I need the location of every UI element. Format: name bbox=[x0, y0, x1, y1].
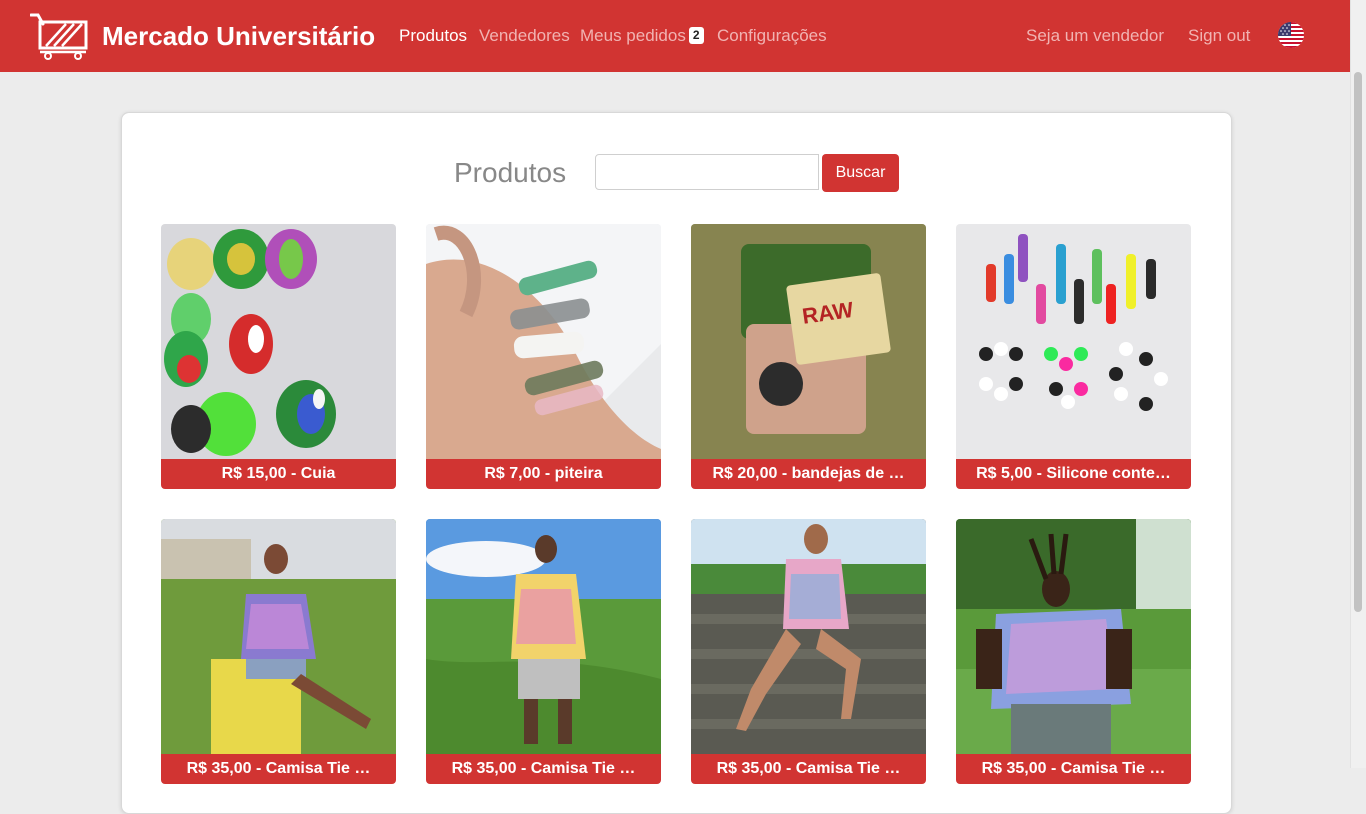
products-panel: Produtos Buscar R$ 15,00 - Cuia R$ 7,00 … bbox=[121, 112, 1232, 814]
nav-vendedores[interactable]: Vendedores bbox=[479, 25, 570, 47]
shopping-cart-icon[interactable] bbox=[30, 12, 88, 60]
product-label: R$ 35,00 - Camisa Tie … bbox=[956, 754, 1191, 784]
glass-tips-photo bbox=[426, 224, 661, 459]
silicone-bowls-photo bbox=[161, 224, 396, 459]
product-label: R$ 35,00 - Camisa Tie … bbox=[161, 754, 396, 784]
tie-dye-shirt-woman-photo bbox=[161, 519, 396, 754]
top-navbar: Mercado Universitário Produtos Vendedore… bbox=[0, 0, 1351, 72]
product-card[interactable]: RAW R$ 20,00 - bandejas de … bbox=[691, 224, 926, 489]
nav-meus-pedidos-label: Meus pedidos bbox=[580, 26, 686, 45]
product-label: R$ 7,00 - piteira bbox=[426, 459, 661, 489]
product-label: R$ 15,00 - Cuia bbox=[161, 459, 396, 489]
silicone-containers-photo bbox=[956, 224, 1191, 459]
product-label: R$ 35,00 - Camisa Tie … bbox=[426, 754, 661, 784]
product-card[interactable]: R$ 35,00 - Camisa Tie … bbox=[691, 519, 926, 784]
product-card[interactable]: R$ 35,00 - Camisa Tie … bbox=[426, 519, 661, 784]
search-button[interactable]: Buscar bbox=[822, 154, 899, 192]
product-card[interactable]: R$ 7,00 - piteira bbox=[426, 224, 661, 489]
page-scrollbar[interactable] bbox=[1350, 0, 1366, 768]
nav-configuracoes[interactable]: Configurações bbox=[717, 25, 827, 47]
nav-meus-pedidos[interactable]: Meus pedidos 2 bbox=[580, 25, 704, 47]
product-label: R$ 20,00 - bandejas de … bbox=[691, 459, 926, 489]
product-label: R$ 5,00 - Silicone conte… bbox=[956, 459, 1191, 489]
search-input[interactable] bbox=[595, 154, 819, 190]
tie-dye-shirt-woman-stairs-photo bbox=[691, 519, 926, 754]
scrollbar-thumb[interactable] bbox=[1354, 72, 1362, 612]
nav-seja-vendedor[interactable]: Seja um vendedor bbox=[1026, 25, 1164, 47]
product-card[interactable]: R$ 35,00 - Camisa Tie … bbox=[956, 519, 1191, 784]
orders-count-badge: 2 bbox=[688, 27, 704, 44]
product-card[interactable]: R$ 15,00 - Cuia bbox=[161, 224, 396, 489]
product-card[interactable]: R$ 35,00 - Camisa Tie … bbox=[161, 519, 396, 784]
product-card[interactable]: R$ 5,00 - Silicone conte… bbox=[956, 224, 1191, 489]
rolling-trays-photo: RAW bbox=[691, 224, 926, 459]
page-title: Produtos bbox=[454, 157, 567, 188]
product-label: R$ 35,00 - Camisa Tie … bbox=[691, 754, 926, 784]
brand-name[interactable]: Mercado Universitário bbox=[102, 19, 375, 53]
nav-produtos[interactable]: Produtos bbox=[399, 25, 467, 47]
nav-sign-out[interactable]: Sign out bbox=[1188, 25, 1250, 47]
tie-dye-shirt-man-photo bbox=[426, 519, 661, 754]
us-flag-icon[interactable] bbox=[1278, 22, 1304, 48]
tie-dye-shirt-man-field-photo bbox=[956, 519, 1191, 754]
